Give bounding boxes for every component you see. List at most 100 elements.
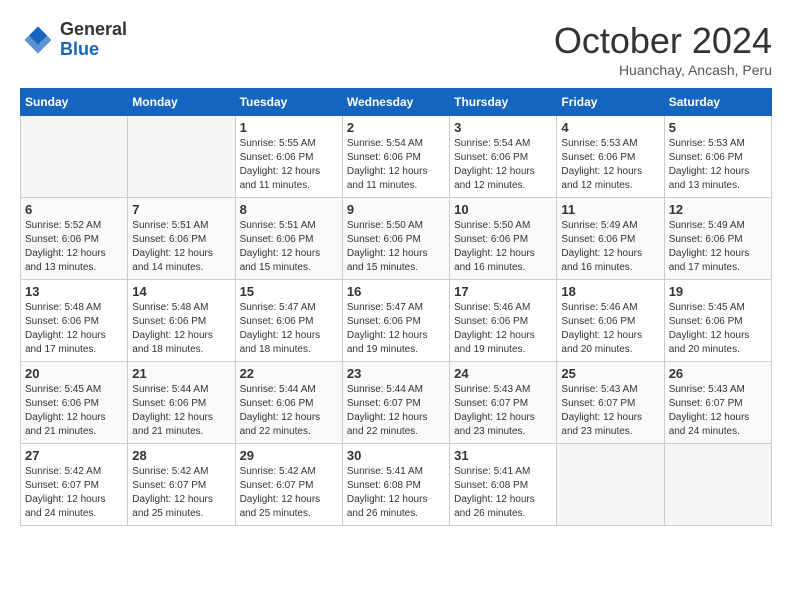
day-number: 29 bbox=[240, 448, 338, 463]
day-detail: Sunrise: 5:43 AM Sunset: 6:07 PM Dayligh… bbox=[561, 383, 659, 439]
calendar-week-3: 13 Sunrise: 5:48 AM Sunset: 6:06 PM Dayli… bbox=[21, 280, 772, 362]
day-number: 27 bbox=[25, 448, 123, 463]
day-number: 14 bbox=[132, 284, 230, 299]
day-number: 19 bbox=[669, 284, 767, 299]
day-detail: Sunrise: 5:49 AM Sunset: 6:06 PM Dayligh… bbox=[669, 219, 767, 275]
calendar-cell: 12Sunrise: 5:49 AM Sunset: 6:06 PM Dayli… bbox=[664, 198, 771, 280]
day-number: 3 bbox=[454, 120, 552, 135]
calendar-cell: 25Sunrise: 5:43 AM Sunset: 6:07 PM Dayli… bbox=[557, 362, 664, 444]
day-detail: Sunrise: 5:51 AM Sunset: 6:06 PM Dayligh… bbox=[132, 219, 230, 275]
day-detail: Sunrise: 5:42 AM Sunset: 6:07 PM Dayligh… bbox=[240, 465, 338, 521]
calendar-week-4: 20 Sunrise: 5:45 AM Sunset: 6:06 PM Dayli… bbox=[21, 362, 772, 444]
logo-general-text: General bbox=[60, 19, 127, 39]
day-number: 17 bbox=[454, 284, 552, 299]
day-detail: Sunrise: 5:53 AM Sunset: 6:06 PM Dayligh… bbox=[669, 137, 767, 193]
calendar-cell: 30 Sunrise: 5:41 AM Sunset: 6:08 PM Dayli… bbox=[342, 444, 449, 526]
page-header: General Blue October 2024 Huanchay, Anca… bbox=[20, 20, 772, 78]
calendar-cell: 6Sunrise: 5:52 AM Sunset: 6:06 PM Daylig… bbox=[21, 198, 128, 280]
calendar-cell: 8Sunrise: 5:51 AM Sunset: 6:06 PM Daylig… bbox=[235, 198, 342, 280]
calendar-week-1: 1Sunrise: 5:55 AM Sunset: 6:06 PM Daylig… bbox=[21, 116, 772, 198]
day-detail: Sunrise: 5:54 AM Sunset: 6:06 PM Dayligh… bbox=[347, 137, 445, 193]
day-number: 21 bbox=[132, 366, 230, 381]
day-detail: Sunrise: 5:50 AM Sunset: 6:06 PM Dayligh… bbox=[454, 219, 552, 275]
calendar-cell: 20 Sunrise: 5:45 AM Sunset: 6:06 PM Dayli… bbox=[21, 362, 128, 444]
calendar-cell: 21 Sunrise: 5:44 AM Sunset: 6:06 PM Dayli… bbox=[128, 362, 235, 444]
day-detail: Sunrise: 5:46 AM Sunset: 6:06 PM Dayligh… bbox=[561, 301, 659, 357]
day-detail: Sunrise: 5:48 AM Sunset: 6:06 PM Dayligh… bbox=[132, 301, 230, 357]
header-cell-saturday: Saturday bbox=[664, 89, 771, 116]
calendar-cell bbox=[664, 444, 771, 526]
logo: General Blue bbox=[20, 20, 127, 60]
header-cell-thursday: Thursday bbox=[450, 89, 557, 116]
day-detail: Sunrise: 5:41 AM Sunset: 6:08 PM Dayligh… bbox=[347, 465, 445, 521]
calendar-cell: 13 Sunrise: 5:48 AM Sunset: 6:06 PM Dayli… bbox=[21, 280, 128, 362]
header-cell-friday: Friday bbox=[557, 89, 664, 116]
day-number: 23 bbox=[347, 366, 445, 381]
calendar-cell: 26Sunrise: 5:43 AM Sunset: 6:07 PM Dayli… bbox=[664, 362, 771, 444]
day-number: 24 bbox=[454, 366, 552, 381]
header-cell-monday: Monday bbox=[128, 89, 235, 116]
day-number: 1 bbox=[240, 120, 338, 135]
day-number: 15 bbox=[240, 284, 338, 299]
day-number: 20 bbox=[25, 366, 123, 381]
calendar-cell: 15Sunrise: 5:47 AM Sunset: 6:06 PM Dayli… bbox=[235, 280, 342, 362]
day-number: 18 bbox=[561, 284, 659, 299]
calendar-cell: 3 Sunrise: 5:54 AM Sunset: 6:06 PM Daylig… bbox=[450, 116, 557, 198]
calendar-cell: 5 Sunrise: 5:53 AM Sunset: 6:06 PM Daylig… bbox=[664, 116, 771, 198]
day-detail: Sunrise: 5:43 AM Sunset: 6:07 PM Dayligh… bbox=[454, 383, 552, 439]
header-row: SundayMondayTuesdayWednesdayThursdayFrid… bbox=[21, 89, 772, 116]
calendar-cell: 2 Sunrise: 5:54 AM Sunset: 6:06 PM Daylig… bbox=[342, 116, 449, 198]
day-detail: Sunrise: 5:45 AM Sunset: 6:06 PM Dayligh… bbox=[25, 383, 123, 439]
calendar-cell: 14 Sunrise: 5:48 AM Sunset: 6:06 PM Dayli… bbox=[128, 280, 235, 362]
day-number: 16 bbox=[347, 284, 445, 299]
subtitle: Huanchay, Ancash, Peru bbox=[554, 62, 772, 78]
calendar-cell bbox=[557, 444, 664, 526]
day-detail: Sunrise: 5:41 AM Sunset: 6:08 PM Dayligh… bbox=[454, 465, 552, 521]
day-number: 9 bbox=[347, 202, 445, 217]
header-cell-tuesday: Tuesday bbox=[235, 89, 342, 116]
day-number: 4 bbox=[561, 120, 659, 135]
day-detail: Sunrise: 5:49 AM Sunset: 6:06 PM Dayligh… bbox=[561, 219, 659, 275]
calendar-cell: 4 Sunrise: 5:53 AM Sunset: 6:06 PM Daylig… bbox=[557, 116, 664, 198]
calendar-cell: 29 Sunrise: 5:42 AM Sunset: 6:07 PM Dayli… bbox=[235, 444, 342, 526]
calendar-cell: 1Sunrise: 5:55 AM Sunset: 6:06 PM Daylig… bbox=[235, 116, 342, 198]
day-number: 28 bbox=[132, 448, 230, 463]
day-detail: Sunrise: 5:42 AM Sunset: 6:07 PM Dayligh… bbox=[25, 465, 123, 521]
day-detail: Sunrise: 5:44 AM Sunset: 6:07 PM Dayligh… bbox=[347, 383, 445, 439]
day-number: 5 bbox=[669, 120, 767, 135]
calendar-cell: 18 Sunrise: 5:46 AM Sunset: 6:06 PM Dayli… bbox=[557, 280, 664, 362]
calendar-cell: 9 Sunrise: 5:50 AM Sunset: 6:06 PM Daylig… bbox=[342, 198, 449, 280]
calendar-header: SundayMondayTuesdayWednesdayThursdayFrid… bbox=[21, 89, 772, 116]
title-section: October 2024 Huanchay, Ancash, Peru bbox=[554, 20, 772, 78]
calendar-cell: 17 Sunrise: 5:46 AM Sunset: 6:06 PM Dayli… bbox=[450, 280, 557, 362]
day-detail: Sunrise: 5:47 AM Sunset: 6:06 PM Dayligh… bbox=[347, 301, 445, 357]
calendar-cell: 28 Sunrise: 5:42 AM Sunset: 6:07 PM Dayli… bbox=[128, 444, 235, 526]
day-detail: Sunrise: 5:42 AM Sunset: 6:07 PM Dayligh… bbox=[132, 465, 230, 521]
day-number: 10 bbox=[454, 202, 552, 217]
calendar-cell: 19 Sunrise: 5:45 AM Sunset: 6:06 PM Dayli… bbox=[664, 280, 771, 362]
calendar-cell: 31 Sunrise: 5:41 AM Sunset: 6:08 PM Dayli… bbox=[450, 444, 557, 526]
calendar-cell: 16 Sunrise: 5:47 AM Sunset: 6:06 PM Dayli… bbox=[342, 280, 449, 362]
day-detail: Sunrise: 5:54 AM Sunset: 6:06 PM Dayligh… bbox=[454, 137, 552, 193]
day-detail: Sunrise: 5:44 AM Sunset: 6:06 PM Dayligh… bbox=[240, 383, 338, 439]
day-number: 31 bbox=[454, 448, 552, 463]
calendar-week-2: 6Sunrise: 5:52 AM Sunset: 6:06 PM Daylig… bbox=[21, 198, 772, 280]
day-number: 2 bbox=[347, 120, 445, 135]
day-detail: Sunrise: 5:53 AM Sunset: 6:06 PM Dayligh… bbox=[561, 137, 659, 193]
day-detail: Sunrise: 5:52 AM Sunset: 6:06 PM Dayligh… bbox=[25, 219, 123, 275]
header-cell-wednesday: Wednesday bbox=[342, 89, 449, 116]
calendar-cell bbox=[21, 116, 128, 198]
day-detail: Sunrise: 5:44 AM Sunset: 6:06 PM Dayligh… bbox=[132, 383, 230, 439]
calendar-body: 1Sunrise: 5:55 AM Sunset: 6:06 PM Daylig… bbox=[21, 116, 772, 526]
header-cell-sunday: Sunday bbox=[21, 89, 128, 116]
day-number: 7 bbox=[132, 202, 230, 217]
calendar-cell: 22 Sunrise: 5:44 AM Sunset: 6:06 PM Dayli… bbox=[235, 362, 342, 444]
day-number: 13 bbox=[25, 284, 123, 299]
day-number: 30 bbox=[347, 448, 445, 463]
day-number: 22 bbox=[240, 366, 338, 381]
day-detail: Sunrise: 5:50 AM Sunset: 6:06 PM Dayligh… bbox=[347, 219, 445, 275]
day-detail: Sunrise: 5:45 AM Sunset: 6:06 PM Dayligh… bbox=[669, 301, 767, 357]
day-detail: Sunrise: 5:48 AM Sunset: 6:06 PM Dayligh… bbox=[25, 301, 123, 357]
day-detail: Sunrise: 5:46 AM Sunset: 6:06 PM Dayligh… bbox=[454, 301, 552, 357]
day-detail: Sunrise: 5:51 AM Sunset: 6:06 PM Dayligh… bbox=[240, 219, 338, 275]
